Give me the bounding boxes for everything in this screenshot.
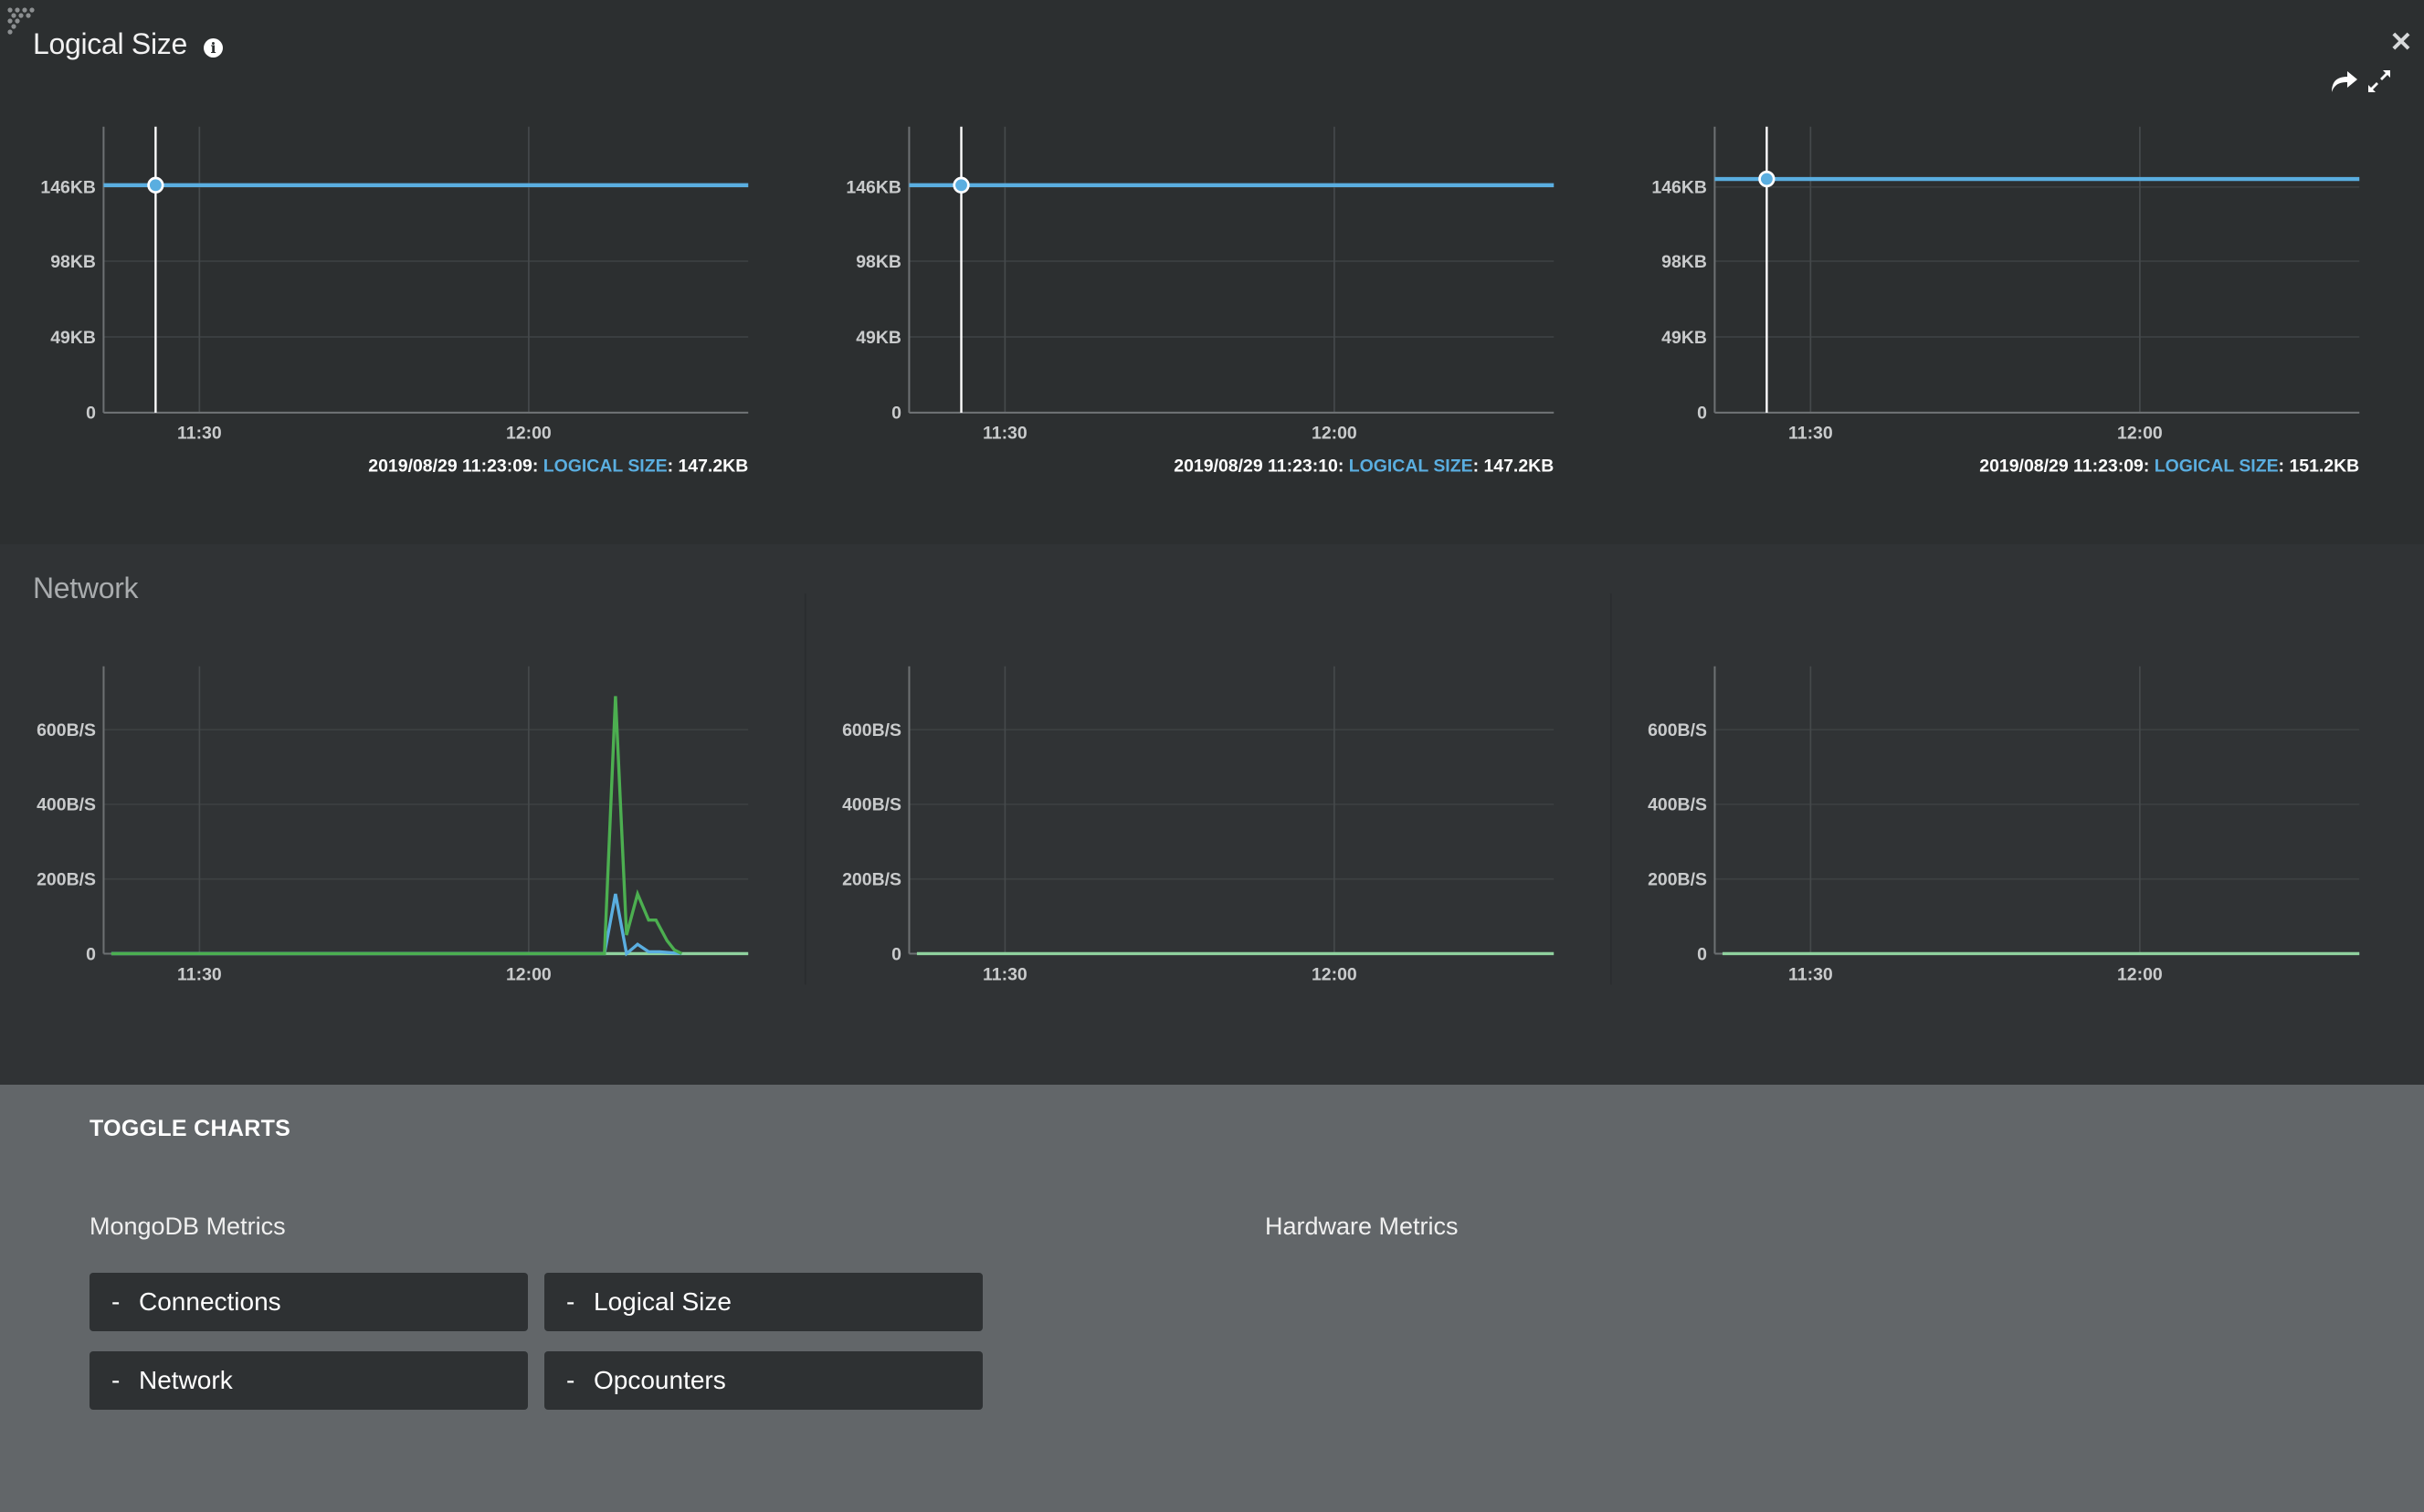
toggle-label: Opcounters (594, 1366, 726, 1394)
toggle-charts-heading: TOGGLE CHARTS (90, 1116, 291, 1141)
crosshair-point (1758, 170, 1776, 188)
series-line-bytes-out (111, 696, 683, 956)
logical-size-chart-1[interactable]: 0 49KB 98KB 146KB 11:30 12:00 2019/08/29 11:23… (0, 0, 822, 544)
y-tick-label: 200B/S (842, 869, 901, 889)
x-tick-label: 11:30 (177, 424, 222, 444)
x-tick-label: 12:00 (1312, 964, 1357, 984)
toggle-label: Logical Size (594, 1287, 732, 1316)
y-tick-label: 146KB (1651, 178, 1707, 198)
y-tick-label: 98KB (50, 252, 96, 272)
y-tick-label: 146KB (40, 178, 96, 198)
tooltip-timestamp: 2019/08/29 11:23:10: (1174, 456, 1348, 476)
x-tick-label: 12:00 (506, 424, 552, 444)
y-tick-label: 0 (891, 404, 901, 424)
y-tick-label: 49KB (856, 328, 901, 348)
tooltip-timestamp: 2019/08/29 11:23:09: (368, 456, 543, 476)
network-chart-2[interactable]: 0 200B/S 400B/S 600B/S 11:30 12:00 (806, 544, 1628, 1085)
tooltip-text: 2019/08/29 11:23:10: LOGICAL SIZE: 147.2… (1174, 456, 1554, 476)
mongodb-metrics-heading: MongoDB Metrics (90, 1213, 286, 1240)
x-tick-label: 12:00 (2117, 424, 2163, 444)
toggle-prefix: - (111, 1287, 121, 1316)
tooltip-timestamp: 2019/08/29 11:23:09: (1979, 456, 2154, 476)
crosshair-point (953, 176, 970, 194)
x-tick-label: 12:00 (506, 964, 552, 984)
x-tick-label: 11:30 (983, 964, 1028, 984)
y-tick-label: 600B/S (842, 720, 901, 740)
toggle-opcounters-button[interactable]: - Opcounters (544, 1351, 983, 1410)
tooltip-text: 2019/08/29 11:23:09: LOGICAL SIZE: 151.2… (1979, 456, 2359, 476)
x-tick-label: 12:00 (1312, 424, 1357, 444)
y-tick-label: 600B/S (1648, 720, 1707, 740)
crosshair-point (147, 176, 164, 194)
y-tick-label: 0 (1697, 404, 1707, 424)
y-tick-label: 400B/S (1648, 795, 1707, 815)
toggle-network-button[interactable]: - Network (90, 1351, 528, 1410)
x-tick-label: 12:00 (2117, 964, 2163, 984)
x-tick-label: 11:30 (1788, 424, 1833, 444)
y-tick-label: 49KB (1661, 328, 1707, 348)
y-tick-label: 0 (1697, 944, 1707, 964)
toggle-label: Network (139, 1366, 233, 1394)
y-tick-label: 400B/S (37, 795, 96, 815)
toggle-prefix: - (566, 1287, 575, 1316)
logical-size-chart-2[interactable]: 0 49KB 98KB 146KB 11:30 12:00 2019/08/29 11:23… (806, 0, 1628, 544)
network-chart-3[interactable]: 0 200B/S 400B/S 600B/S 11:30 12:00 (1611, 544, 2424, 1085)
tooltip-value: : 147.2KB (668, 456, 749, 476)
y-tick-label: 146KB (846, 178, 901, 198)
y-tick-label: 49KB (50, 328, 96, 348)
tooltip-value: : 147.2KB (1473, 456, 1555, 476)
toggle-prefix: - (566, 1366, 575, 1394)
tooltip-metric-label: LOGICAL SIZE (543, 456, 668, 476)
tooltip-metric-label: LOGICAL SIZE (2155, 456, 2279, 476)
toggle-logical-size-button[interactable]: - Logical Size (544, 1273, 983, 1331)
y-tick-label: 600B/S (37, 720, 96, 740)
y-tick-label: 0 (891, 944, 901, 964)
tooltip-value: : 151.2KB (2279, 456, 2360, 476)
tooltip-text: 2019/08/29 11:23:09: LOGICAL SIZE: 147.2… (368, 456, 748, 476)
toggle-prefix: - (111, 1366, 121, 1394)
y-tick-label: 98KB (856, 252, 901, 272)
x-tick-label: 11:30 (983, 424, 1028, 444)
y-tick-label: 400B/S (842, 795, 901, 815)
toggle-label: Connections (139, 1287, 281, 1316)
x-tick-label: 11:30 (1788, 964, 1833, 984)
y-tick-label: 200B/S (1648, 869, 1707, 889)
network-chart-1[interactable]: 0 200B/S 400B/S 600B/S 11:30 12:00 (0, 544, 822, 1085)
tooltip-metric-label: LOGICAL SIZE (1349, 456, 1473, 476)
y-tick-label: 0 (86, 944, 96, 964)
logical-size-chart-3[interactable]: 0 49KB 98KB 146KB 11:30 12:00 2019/08/29 11:23… (1611, 0, 2424, 544)
x-tick-label: 11:30 (177, 964, 222, 984)
toggle-connections-button[interactable]: - Connections (90, 1273, 528, 1331)
series-line-bytes-in (111, 893, 682, 957)
hardware-metrics-heading: Hardware Metrics (1265, 1213, 1459, 1240)
y-tick-label: 200B/S (37, 869, 96, 889)
y-tick-label: 0 (86, 404, 96, 424)
y-tick-label: 98KB (1661, 252, 1707, 272)
